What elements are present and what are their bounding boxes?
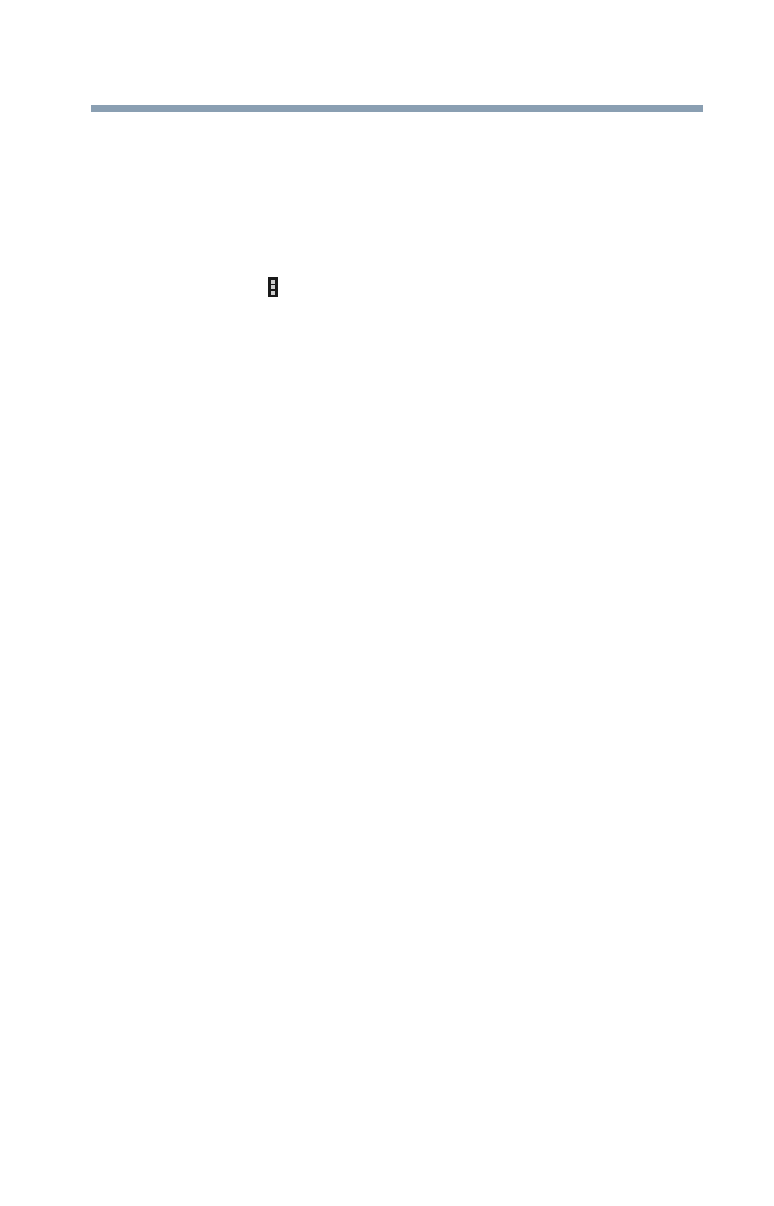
menu-dot bbox=[271, 279, 275, 284]
menu-overflow-icon bbox=[268, 277, 278, 297]
header-rule bbox=[91, 105, 703, 112]
menu-dot bbox=[271, 285, 275, 289]
menu-dot bbox=[271, 290, 275, 295]
